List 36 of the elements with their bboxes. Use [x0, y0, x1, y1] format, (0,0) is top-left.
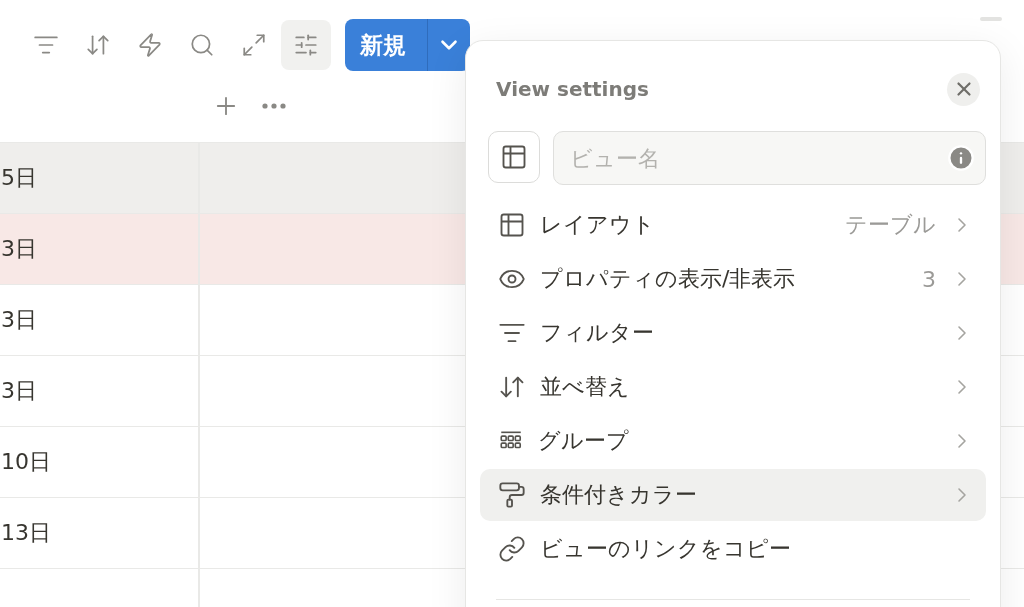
- link-icon: [498, 535, 526, 563]
- view-icon-button[interactable]: [488, 131, 540, 183]
- menu-item-label: グループ: [538, 427, 630, 455]
- menu-item[interactable]: グループ: [480, 415, 986, 467]
- menu-item-value: 3: [922, 266, 936, 292]
- menu-item[interactable]: 並べ替え: [480, 361, 986, 413]
- search-icon: [189, 32, 215, 58]
- menu-item-label: レイアウト: [540, 211, 656, 239]
- more-button[interactable]: [262, 103, 286, 109]
- info-icon: [947, 144, 975, 172]
- menu-item-label: プロパティの表示/非表示: [540, 265, 797, 293]
- sliders-icon: [293, 32, 319, 58]
- menu-item[interactable]: レイアウト テーブル: [480, 199, 986, 251]
- sort-icon: [85, 32, 111, 58]
- new-button[interactable]: 新規: [345, 19, 427, 71]
- lightning-icon: [137, 32, 163, 58]
- menu-item-label: 条件付きカラー: [540, 481, 698, 509]
- panel-title: View settings: [496, 77, 649, 101]
- close-button[interactable]: [947, 72, 980, 106]
- menu-item-value: テーブル: [845, 211, 936, 239]
- table-icon: [500, 143, 528, 171]
- menu-item[interactable]: ビューのリンクをコピー: [480, 523, 986, 575]
- menu-item[interactable]: 条件付きカラー: [480, 469, 986, 521]
- menu-item-label: 並べ替え: [540, 373, 631, 401]
- settings-button[interactable]: [281, 20, 331, 70]
- view-name-field[interactable]: ビュー名: [553, 131, 986, 185]
- menu-item[interactable]: プロパティの表示/非表示 3: [480, 253, 986, 305]
- paint-roller-icon: [498, 481, 526, 509]
- view-name-input[interactable]: ビュー名: [568, 144, 939, 172]
- expand-icon: [241, 32, 267, 58]
- table-cell: 13日: [0, 498, 200, 568]
- menu-item[interactable]: フィルター: [480, 307, 986, 359]
- menu-item-label: フィルター: [540, 319, 655, 347]
- menu-item-label: ビューのリンクをコピー: [540, 535, 792, 563]
- more-icon: [262, 103, 286, 109]
- table-icon: [498, 211, 526, 239]
